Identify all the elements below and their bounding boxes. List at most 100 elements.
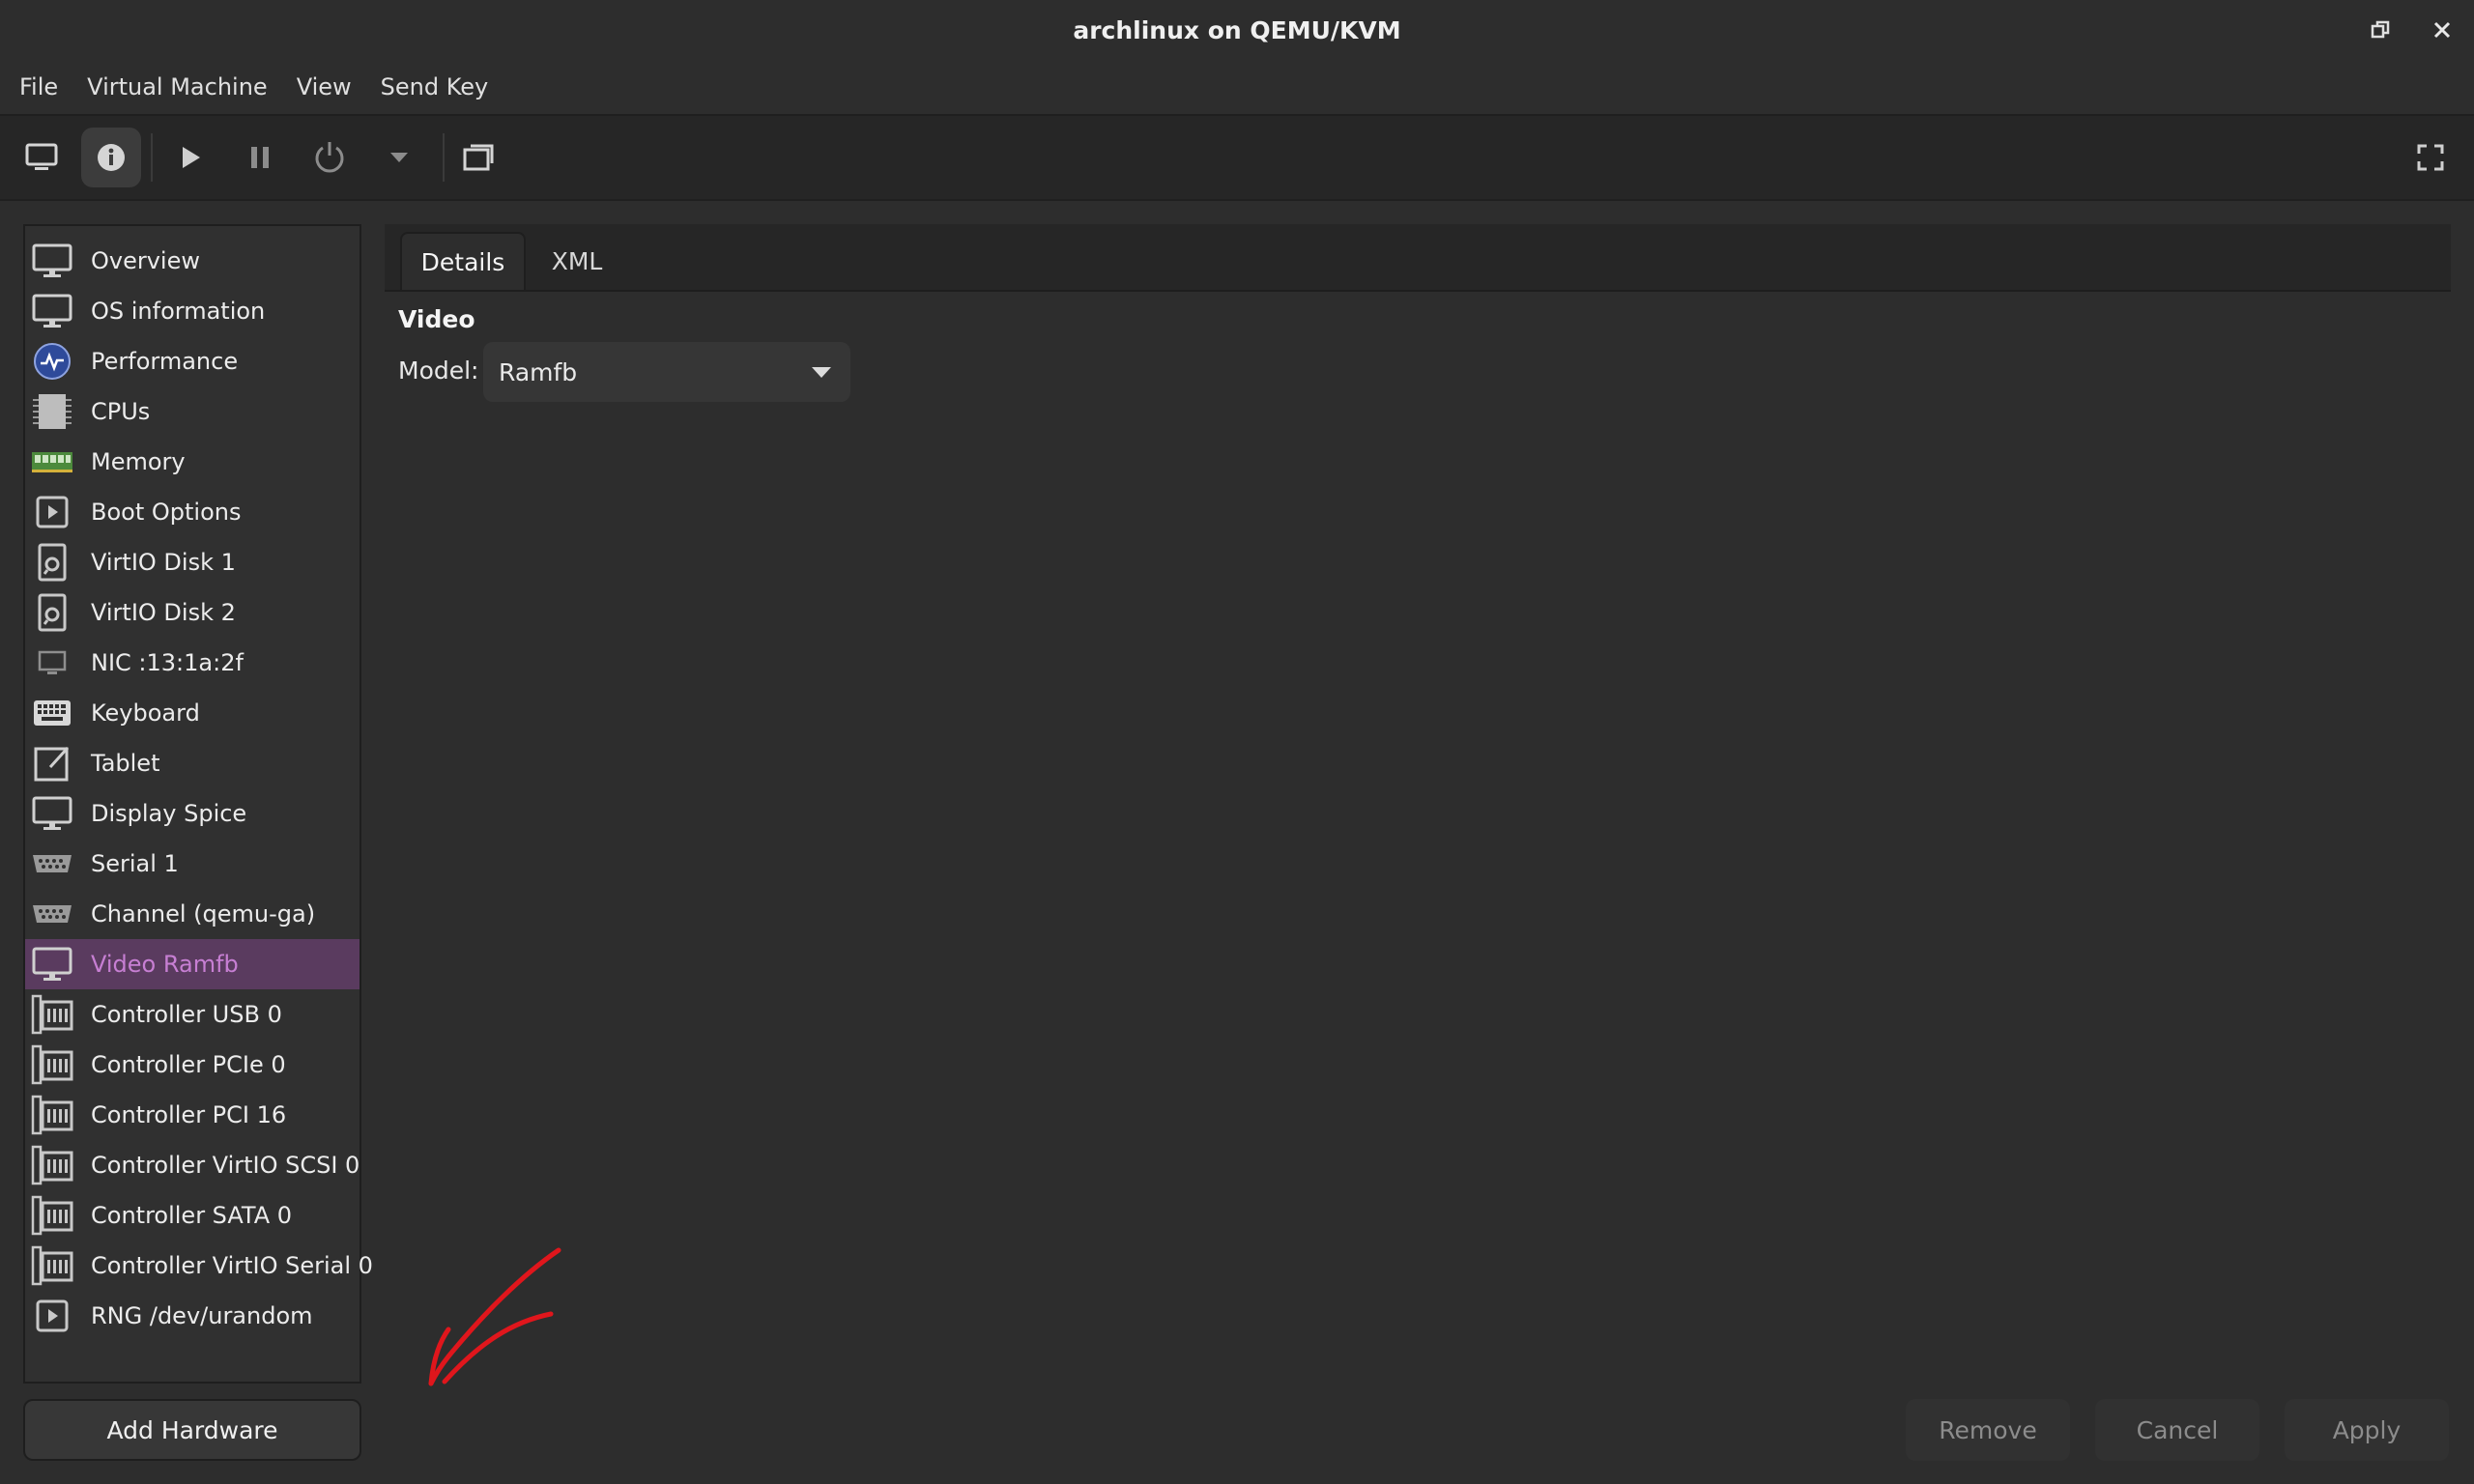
menubar: File Virtual Machine View Send Key [0, 60, 2474, 116]
chevron-down-icon[interactable] [369, 128, 429, 187]
window-title: archlinux on QEMU/KVM [1073, 15, 1401, 44]
sidebar-item-label: OS information [91, 298, 266, 325]
controller-icon [31, 1095, 73, 1135]
controller-icon [31, 1195, 73, 1236]
monitor-icon [31, 242, 73, 280]
sidebar-item-label: VirtIO Disk 1 [91, 549, 236, 576]
titlebar: archlinux on QEMU/KVM [0, 0, 2474, 60]
keyboard-icon [31, 694, 73, 732]
memory-icon [31, 442, 73, 481]
boot-icon [31, 1297, 73, 1335]
controller-icon [31, 1245, 73, 1286]
sidebar-item-label: Controller SATA 0 [91, 1202, 293, 1229]
monitor-icon [31, 292, 73, 330]
disk-icon [31, 543, 73, 582]
tab-details[interactable]: Details [400, 232, 526, 290]
serial-icon [31, 844, 73, 883]
sidebar-item-tablet[interactable]: Tablet [25, 738, 360, 788]
menu-send-key[interactable]: Send Key [371, 73, 499, 100]
cancel-button[interactable]: Cancel [2095, 1399, 2259, 1461]
sidebar-item-video-ramfb[interactable]: Video Ramfb [25, 939, 360, 989]
sidebar-item-controller-sata-0[interactable]: Controller SATA 0 [25, 1190, 360, 1241]
sidebar-item-controller-pcie-0[interactable]: Controller PCIe 0 [25, 1040, 360, 1090]
model-select-value: Ramfb [499, 357, 578, 386]
sidebar-item-label: RNG /dev/urandom [91, 1302, 313, 1329]
restore-icon[interactable] [2366, 15, 2395, 44]
close-icon[interactable] [2428, 15, 2457, 44]
monitor-icon[interactable] [12, 128, 72, 187]
sidebar-item-os-information[interactable]: OS information [25, 286, 360, 336]
cpu-icon [31, 392, 73, 431]
sidebar-item-display-spice[interactable]: Display Spice [25, 788, 360, 839]
sidebar-item-label: Memory [91, 448, 186, 475]
model-label: Model: [398, 357, 479, 385]
chevron-down-icon [812, 367, 831, 378]
sidebar-item-label: Keyboard [91, 699, 200, 727]
annotation-arrow-icon [428, 1247, 561, 1386]
sidebar-item-label: Video Ramfb [91, 951, 239, 978]
monitor-icon [31, 794, 73, 833]
controller-icon [31, 994, 73, 1035]
sidebar-item-label: Channel (qemu-ga) [91, 900, 316, 928]
sidebar-item-label: Controller PCIe 0 [91, 1051, 286, 1078]
serial-icon [31, 895, 73, 933]
add-hardware-button[interactable]: Add Hardware [23, 1399, 361, 1461]
sidebar-item-channel-qemu-ga[interactable]: Channel (qemu-ga) [25, 889, 360, 939]
sidebar-item-label: NIC :13:1a:2f [91, 649, 244, 676]
controller-icon [31, 1145, 73, 1185]
tab-xml[interactable]: XML [526, 232, 628, 290]
boot-icon [31, 493, 73, 531]
sidebar-item-cpus[interactable]: CPUs [25, 386, 360, 437]
sidebar-item-serial-1[interactable]: Serial 1 [25, 839, 360, 889]
sidebar-item-virtio-disk-2[interactable]: VirtIO Disk 2 [25, 587, 360, 638]
fullscreen-icon[interactable] [2401, 128, 2460, 187]
sidebar-item-boot-options[interactable]: Boot Options [25, 487, 360, 537]
nic-icon [31, 643, 73, 682]
sidebar-item-label: Controller VirtIO SCSI 0 [91, 1152, 360, 1179]
sidebar-item-label: Performance [91, 348, 239, 375]
menu-view[interactable]: View [287, 73, 361, 100]
sidebar-item-nic-13-1a-2f[interactable]: NIC :13:1a:2f [25, 638, 360, 688]
toolbar [0, 116, 2474, 201]
sidebar-item-keyboard[interactable]: Keyboard [25, 688, 360, 738]
disk-icon [31, 593, 73, 632]
sidebar-item-label: Serial 1 [91, 850, 179, 877]
sidebar-item-label: Controller VirtIO Serial 0 [91, 1252, 373, 1279]
tab-bar: Details XML [385, 224, 2451, 292]
sidebar-item-overview[interactable]: Overview [25, 236, 360, 286]
menu-file[interactable]: File [10, 73, 68, 100]
sidebar-item-label: CPUs [91, 398, 151, 425]
sidebar-item-rng-dev-urandom[interactable]: RNG /dev/urandom [25, 1291, 360, 1341]
performance-icon [31, 342, 73, 381]
play-icon[interactable] [160, 128, 220, 187]
sidebar-item-controller-pci-16[interactable]: Controller PCI 16 [25, 1090, 360, 1140]
sidebar-item-label: VirtIO Disk 2 [91, 599, 236, 626]
sidebar-item-label: Overview [91, 247, 200, 274]
sidebar-item-label: Controller PCI 16 [91, 1101, 287, 1128]
sidebar-item-controller-usb-0[interactable]: Controller USB 0 [25, 989, 360, 1040]
power-icon[interactable] [300, 128, 360, 187]
sidebar-item-controller-virtio-scsi-0[interactable]: Controller VirtIO SCSI 0 [25, 1140, 360, 1190]
sidebar-item-label: Boot Options [91, 499, 242, 526]
toolbar-separator [151, 133, 153, 182]
model-select[interactable]: Ramfb [483, 342, 850, 402]
info-icon[interactable] [81, 128, 141, 187]
toolbar-separator [443, 133, 445, 182]
menu-virtual-machine[interactable]: Virtual Machine [77, 73, 277, 100]
hardware-list: Overview OS information Performance CPUs Mem… [23, 224, 373, 1384]
apply-button[interactable]: Apply [2285, 1399, 2449, 1461]
controller-icon [31, 1044, 73, 1085]
monitor-icon [31, 945, 73, 984]
pause-icon[interactable] [230, 128, 290, 187]
tablet-icon [31, 744, 73, 783]
sidebar-item-performance[interactable]: Performance [25, 336, 360, 386]
remove-button[interactable]: Remove [1906, 1399, 2070, 1461]
sidebar-item-controller-virtio-serial-0[interactable]: Controller VirtIO Serial 0 [25, 1241, 373, 1291]
section-title: Video [398, 305, 475, 333]
sidebar-item-label: Display Spice [91, 800, 247, 827]
sidebar-item-label: Controller USB 0 [91, 1001, 282, 1028]
sidebar-item-virtio-disk-1[interactable]: VirtIO Disk 1 [25, 537, 360, 587]
screenshot-icon[interactable] [448, 128, 508, 187]
sidebar-item-label: Tablet [91, 750, 160, 777]
sidebar-item-memory[interactable]: Memory [25, 437, 360, 487]
